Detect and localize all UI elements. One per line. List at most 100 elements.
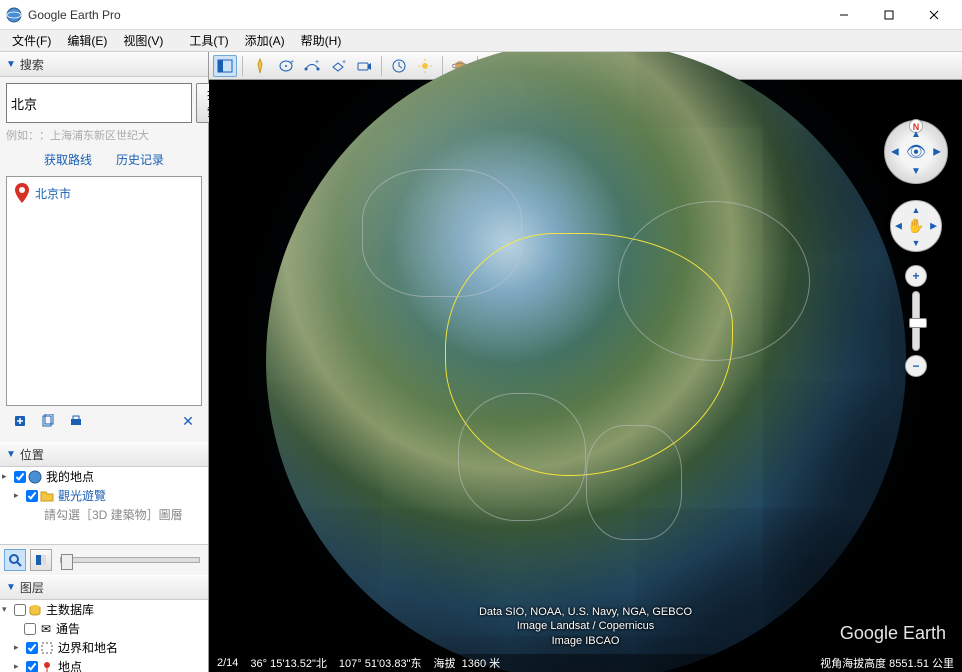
titlebar: Google Earth Pro [0, 0, 962, 30]
tab-history[interactable]: 历史记录 [116, 151, 164, 168]
pan-up-icon[interactable]: ▲ [912, 205, 921, 215]
copy-search-icon[interactable] [38, 412, 58, 430]
places-layer-label: 地点 [58, 658, 82, 672]
menu-edit[interactable]: 编辑(E) [59, 30, 115, 51]
earth-globe[interactable] [266, 52, 906, 672]
tab-directions[interactable]: 获取路线 [44, 151, 92, 168]
menu-help[interactable]: 帮助(H) [293, 30, 350, 51]
zoom-out-button[interactable]: − [905, 355, 927, 377]
layers-tree: ▾ 主数据库 ✉ 通告 ▸ 边界和地名 ▸ 地点 [0, 600, 208, 672]
eye-icon[interactable]: 👁 [906, 142, 926, 162]
checkbox[interactable] [26, 490, 38, 502]
zoom-control[interactable]: + − [905, 265, 927, 377]
collapse-icon: ▼ [6, 59, 16, 70]
search-results: 北京市 [6, 176, 202, 406]
save-search-icon[interactable] [10, 412, 30, 430]
borders-label: 边界和地名 [58, 639, 118, 656]
menubar: 文件(F) 编辑(E) 视图(V) 工具(T) 添加(A) 帮助(H) [0, 30, 962, 52]
tree-row-borders[interactable]: ▸ 边界和地名 [0, 638, 208, 657]
search-header-label: 搜索 [20, 56, 44, 73]
menu-tools[interactable]: 工具(T) [181, 30, 236, 51]
globe-icon [28, 470, 44, 484]
pan-right-icon[interactable]: ▶ [930, 221, 937, 232]
menu-view[interactable]: 视图(V) [115, 30, 171, 51]
play-tour-icon[interactable] [30, 549, 52, 571]
sidebar-toggle-icon[interactable] [213, 55, 237, 77]
close-button[interactable] [911, 1, 956, 29]
expander-icon[interactable]: ▸ [2, 471, 12, 482]
look-down-icon[interactable]: ▼ [911, 166, 921, 177]
status-lon: 107° 51'03.83"东 [339, 655, 422, 671]
primary-db-label: 主数据库 [46, 601, 94, 618]
pan-down-icon[interactable]: ▼ [912, 238, 921, 248]
tree-row-my-places[interactable]: ▸ 我的地点 [0, 467, 208, 486]
announcements-label: 通告 [56, 620, 80, 637]
search-result-item[interactable]: 北京市 [7, 177, 201, 209]
maximize-button[interactable] [866, 1, 911, 29]
search-panel-header[interactable]: ▼ 搜索 [0, 52, 208, 77]
places-header-label: 位置 [20, 446, 44, 463]
collapse-icon: ▼ [6, 582, 16, 593]
menu-file[interactable]: 文件(F) [4, 30, 59, 51]
compass-control[interactable]: N ▲ ▼ ◀ ▶ 👁 [884, 120, 948, 184]
look-right-icon[interactable]: ▶ [933, 147, 941, 158]
status-elev-label: 海拔 [433, 658, 455, 670]
expander-icon[interactable]: ▸ [14, 642, 24, 653]
sightseeing-label: 觀光遊覽 [58, 487, 106, 504]
search-input[interactable] [6, 83, 192, 123]
result-label: 北京市 [35, 185, 71, 202]
zoom-slider[interactable] [912, 291, 920, 351]
checkbox[interactable] [26, 642, 38, 654]
search-example-text: 例如：​：​上海浦东新区世纪大 [6, 127, 202, 143]
status-lat: 36° 15'13.52"北 [250, 655, 326, 671]
look-left-icon[interactable]: ◀ [891, 147, 899, 158]
pan-control[interactable]: ▲ ▼ ◀ ▶ ✋ [890, 200, 942, 252]
status-elev-value: 1360 米 [462, 658, 501, 670]
places-toolbar [0, 544, 208, 575]
status-date: 2/14 [217, 657, 238, 669]
google-earth-logo: Google Earth [840, 623, 946, 644]
checkbox[interactable] [26, 661, 38, 672]
checkbox[interactable] [14, 471, 26, 483]
layers-panel-header[interactable]: ▼ 图层 [0, 575, 208, 600]
hand-icon[interactable]: ✋ [907, 218, 924, 235]
zoom-in-button[interactable]: + [905, 265, 927, 287]
globe-viewport[interactable]: Data SIO, NOAA, U.S. Navy, NGA, GEBCO Im… [209, 80, 962, 672]
expander-icon[interactable]: ▸ [14, 490, 24, 501]
search-panel: 搜索 例如：​：​上海浦东新区世纪大 获取路线 历史记录 北京市 [0, 77, 208, 442]
status-eye-value: 8551.51 公里 [889, 658, 954, 670]
find-tool-icon[interactable] [4, 549, 26, 571]
database-icon [28, 603, 44, 617]
tree-row-hint: 請勾選［3D 建築物］圖層 [0, 505, 208, 524]
opacity-slider[interactable] [60, 557, 200, 563]
tree-row-sightseeing[interactable]: ▸ 觀光遊覽 [0, 486, 208, 505]
attrib-line1: Data SIO, NOAA, U.S. Navy, NGA, GEBCO [209, 605, 962, 619]
borders-icon [40, 641, 56, 655]
checkbox[interactable] [24, 623, 36, 635]
minimize-button[interactable] [821, 1, 866, 29]
app-icon [6, 7, 22, 23]
map-pin-icon [15, 183, 29, 203]
checkbox[interactable] [14, 604, 26, 616]
hint-label: 請勾選［3D 建築物］圖層 [44, 506, 183, 523]
status-bar: 2/14 36° 15'13.52"北 107° 51'03.83"东 海拔 1… [209, 654, 962, 672]
collapse-icon: ▼ [6, 449, 16, 460]
expander-icon[interactable]: ▾ [2, 604, 12, 615]
tree-row-primary-db[interactable]: ▾ 主数据库 [0, 600, 208, 619]
window-title: Google Earth Pro [28, 8, 821, 22]
print-search-icon[interactable] [66, 412, 86, 430]
look-up-icon[interactable]: ▲ [911, 129, 921, 140]
pan-left-icon[interactable]: ◀ [895, 221, 902, 232]
tree-row-places[interactable]: ▸ 地点 [0, 657, 208, 672]
places-panel-header[interactable]: ▼ 位置 [0, 442, 208, 467]
my-places-label: 我的地点 [46, 468, 94, 485]
clear-search-icon[interactable]: ✕ [178, 412, 198, 430]
sidebar: ▼ 搜索 搜索 例如：​：​上海浦东新区世纪大 获取路线 历史记录 北京市 [0, 52, 209, 672]
places-layer-icon [40, 660, 56, 672]
expander-icon[interactable]: ▸ [14, 661, 24, 672]
folder-icon [40, 490, 56, 502]
map-area: + + + [209, 52, 962, 672]
tree-row-announcements[interactable]: ✉ 通告 [0, 619, 208, 638]
mail-icon: ✉ [38, 622, 54, 636]
menu-add[interactable]: 添加(A) [237, 30, 293, 51]
